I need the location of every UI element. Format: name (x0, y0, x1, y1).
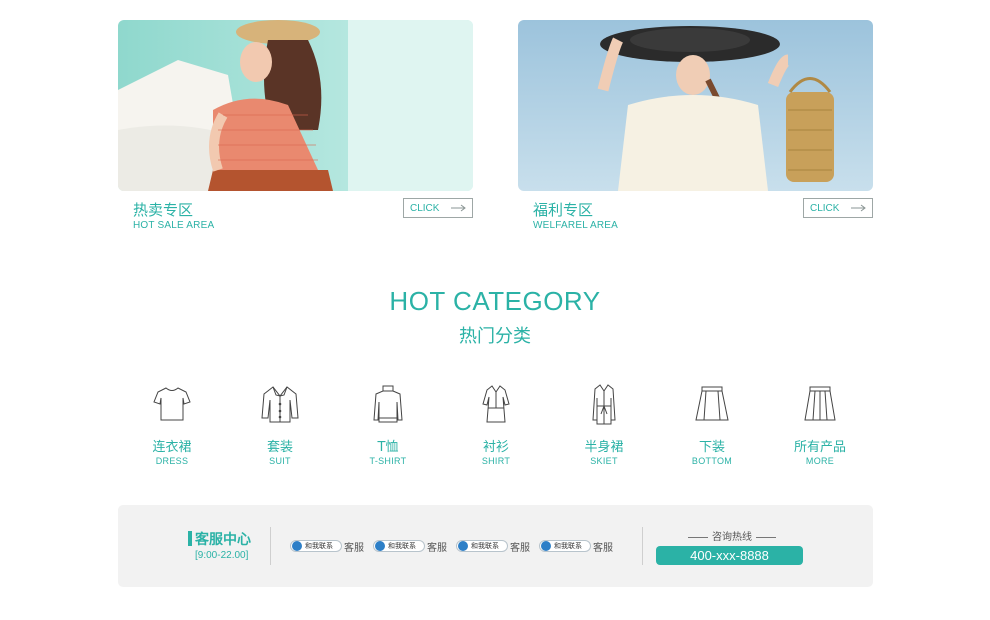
coat-icon (592, 384, 616, 425)
category-label: 连衣裙 (152, 440, 192, 455)
welfare-photo[interactable] (518, 20, 873, 191)
qq-label: 客服 (427, 542, 447, 554)
category-label: 衬衫 (482, 440, 509, 455)
service-title: 客服中心 (195, 532, 251, 548)
tshirt-icon (153, 387, 191, 421)
promo-subtitle: HOT SALE AREA (133, 220, 215, 231)
category-label: T恤 (377, 440, 399, 455)
qq-contact-link[interactable]: 和我联系 客服 (456, 539, 530, 554)
category-label: 下装 (698, 440, 725, 455)
promo-title: 热卖专区 (133, 201, 194, 219)
divider (642, 527, 643, 565)
hotline-number-button[interactable]: 400-xxx-8888 (656, 546, 803, 565)
category-label-en: SKIET (590, 456, 618, 466)
category-label-en: SHIRT (481, 456, 511, 466)
click-label: CLICK (410, 202, 440, 214)
qq-contact-link[interactable]: 和我联系 客服 (290, 539, 364, 554)
skirt-icon (695, 386, 729, 421)
category-suit[interactable]: 套装 SUIT (240, 382, 320, 466)
qq-badge-text: 和我联系 (305, 543, 333, 550)
qq-badge: 和我联系 (290, 540, 342, 552)
click-button[interactable]: CLICK (803, 198, 873, 218)
sweater-icon (373, 385, 403, 423)
dress-icon (482, 385, 510, 423)
category-label-en: MORE (805, 456, 835, 466)
qq-badge: 和我联系 (539, 540, 591, 552)
arrow-right-icon (851, 204, 866, 212)
category-tshirt[interactable]: T恤 T-SHIRT (348, 382, 428, 466)
promo-welfare[interactable]: 福利专区 WELFAREL AREA CLICK (518, 20, 873, 231)
qq-contact-link[interactable]: 和我联系 客服 (539, 539, 613, 554)
promo-title: 福利专区 (533, 201, 594, 219)
category-label: 套装 (266, 440, 293, 455)
qq-label: 客服 (344, 542, 364, 554)
click-button[interactable]: CLICK (403, 198, 473, 218)
qq-badge: 和我联系 (456, 540, 508, 552)
qq-icon (375, 541, 385, 551)
category-label-en: SUIT (269, 456, 291, 466)
promo-hot-sale[interactable]: 热卖专区 HOT SALE AREA CLICK (118, 20, 473, 231)
hot-sale-photo[interactable] (118, 20, 473, 191)
qq-badge: 和我联系 (373, 540, 425, 552)
category-label-en: DRESS (155, 456, 189, 466)
pleated-skirt-icon (804, 386, 836, 421)
divider (270, 527, 271, 565)
category-label: 半身裙 (584, 440, 624, 455)
hotline-label: 咨询热线 (684, 528, 780, 543)
qq-icon (292, 541, 302, 551)
qq-label: 客服 (593, 542, 613, 554)
accent-bar (188, 531, 192, 546)
blouse-icon (261, 386, 299, 423)
qq-contact-link[interactable]: 和我联系 客服 (373, 539, 447, 554)
category-dress[interactable]: 连衣裙 DRESS (132, 382, 212, 466)
qq-icon (541, 541, 551, 551)
section-subtitle: 热门分类 (459, 326, 531, 347)
qq-badge-text: 和我联系 (388, 543, 416, 550)
category-shirt[interactable]: 衬衫 SHIRT (456, 382, 536, 466)
arrow-right-icon (451, 204, 466, 212)
category-bottom[interactable]: 下装 BOTTOM (672, 382, 752, 466)
category-skirt[interactable]: 半身裙 SKIET (564, 382, 644, 466)
service-hours: [9:00-22.00] (195, 550, 249, 561)
click-label: CLICK (810, 202, 840, 214)
category-more[interactable]: 所有产品 MORE (780, 382, 860, 466)
qq-badge-text: 和我联系 (554, 543, 582, 550)
category-label-en: BOTTOM (691, 456, 733, 466)
qq-badge-text: 和我联系 (471, 543, 499, 550)
section-title: HOT CATEGORY (389, 286, 601, 316)
category-label-en: T-SHIRT (369, 456, 407, 466)
customer-service-panel: 客服中心 [9:00-22.00] 和我联系 客服 和我联系 客服 和我联系 客… (118, 505, 873, 587)
promo-subtitle: WELFAREL AREA (533, 220, 619, 231)
qq-label: 客服 (510, 542, 530, 554)
qq-icon (458, 541, 468, 551)
category-label: 所有产品 (793, 440, 846, 455)
